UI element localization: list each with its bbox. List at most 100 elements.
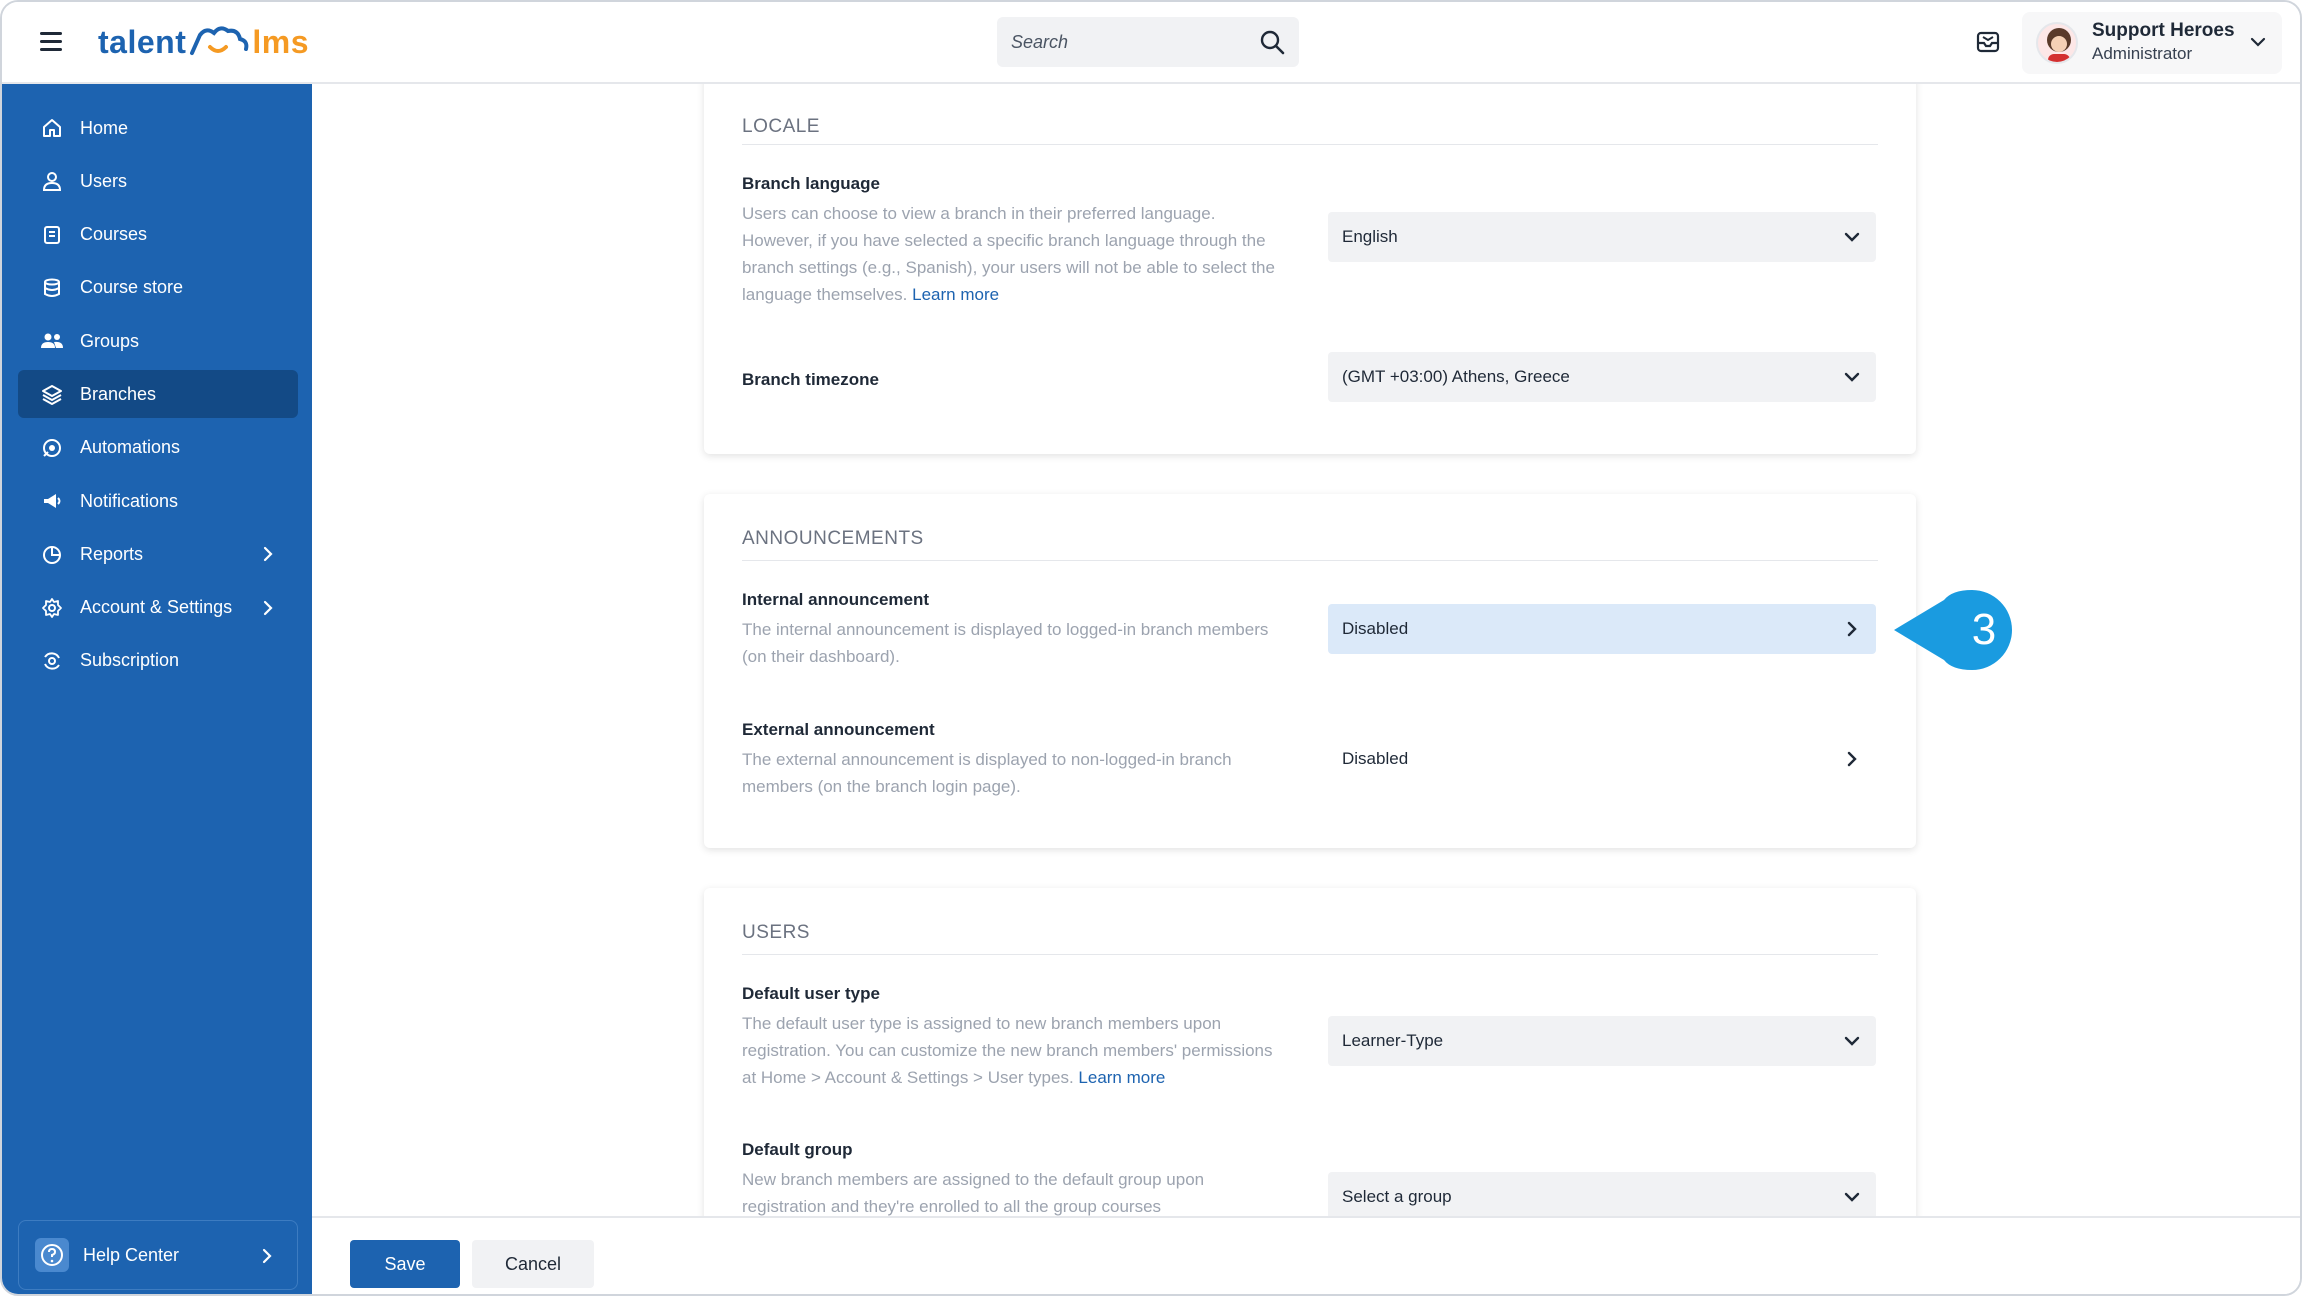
internal-announcement-description: The internal announcement is displayed t… bbox=[742, 620, 1269, 666]
chevron-down-icon bbox=[1844, 232, 1860, 242]
locale-card: LOCALE Branch language Users can choose … bbox=[704, 84, 1916, 454]
learn-more-link[interactable]: Learn more bbox=[912, 285, 999, 304]
divider bbox=[742, 144, 1878, 145]
book-icon bbox=[40, 223, 64, 247]
select-value: Learner-Type bbox=[1342, 1031, 1444, 1050]
sidebar-item-course-store[interactable]: Course store bbox=[18, 264, 298, 312]
cloud-logo-icon bbox=[190, 26, 249, 55]
description-text: The default user type is assigned to new… bbox=[742, 1014, 1273, 1087]
sidebar-item-home[interactable]: Home bbox=[18, 104, 298, 152]
select-value: Select a group bbox=[1342, 1187, 1452, 1206]
top-bar: talent lms Search Support Heroes Adminis… bbox=[2, 2, 2300, 84]
sidebar-item-label: Course store bbox=[80, 277, 184, 298]
branch-timezone-label: Branch timezone bbox=[742, 370, 879, 389]
home-icon bbox=[40, 116, 64, 140]
divider bbox=[742, 954, 1878, 955]
save-button[interactable]: Save bbox=[350, 1240, 460, 1288]
sidebar-item-label: Notifications bbox=[80, 490, 179, 511]
user-name: Support Heroes bbox=[2092, 20, 2235, 41]
chevron-right-icon bbox=[262, 1248, 272, 1264]
branch-language-select[interactable]: English bbox=[1328, 212, 1876, 262]
automations-icon bbox=[40, 436, 64, 460]
users-card: USERS Default user type The default user… bbox=[704, 888, 1916, 1216]
sidebar-item-reports[interactable]: Reports bbox=[18, 530, 298, 578]
default-group-description: New branch members are assigned to the d… bbox=[742, 1170, 1205, 1216]
sidebar: Home Users Courses Course store Groups B… bbox=[2, 84, 312, 1294]
search-icon[interactable] bbox=[1259, 29, 1285, 55]
hamburger-menu-icon[interactable] bbox=[40, 32, 62, 52]
section-title: ANNOUNCEMENTS bbox=[742, 528, 924, 549]
external-announcement-toggle[interactable]: Disabled bbox=[1328, 734, 1876, 784]
default-user-type-description: The default user type is assigned to new… bbox=[742, 1010, 1282, 1091]
user-role: Administrator bbox=[2092, 44, 2193, 63]
sidebar-item-notifications[interactable]: Notifications bbox=[18, 477, 298, 525]
learn-more-link[interactable]: Learn more bbox=[1078, 1068, 1165, 1087]
pie-chart-icon bbox=[40, 542, 64, 566]
gear-icon bbox=[40, 596, 64, 620]
sidebar-item-label: Courses bbox=[80, 224, 148, 245]
subscription-icon bbox=[40, 649, 64, 673]
chevron-right-icon[interactable] bbox=[258, 544, 278, 564]
sidebar-item-label: Groups bbox=[80, 330, 140, 351]
branch-language-description: Users can choose to view a branch in the… bbox=[742, 200, 1282, 308]
form-action-bar: Save Cancel bbox=[312, 1216, 2300, 1294]
sidebar-item-automations[interactable]: Automations bbox=[18, 424, 298, 472]
user-icon bbox=[40, 169, 64, 193]
search-input[interactable] bbox=[1011, 29, 1251, 55]
branch-timezone-select[interactable]: (GMT +03:00) Athens, Greece bbox=[1328, 352, 1876, 402]
default-user-type-select[interactable]: Learner-Type bbox=[1328, 1016, 1876, 1066]
help-center-label: Help Center bbox=[83, 1244, 180, 1265]
select-value: (GMT +03:00) Athens, Greece bbox=[1342, 367, 1570, 386]
chevron-down-icon bbox=[1844, 1036, 1860, 1046]
chevron-down-icon bbox=[1844, 1192, 1860, 1202]
section-title: USERS bbox=[742, 922, 810, 943]
sidebar-item-users[interactable]: Users bbox=[18, 157, 298, 205]
section-title: LOCALE bbox=[742, 116, 820, 137]
chevron-right-icon bbox=[1847, 751, 1857, 767]
search-box[interactable] bbox=[997, 17, 1299, 67]
sidebar-nav: Home Users Courses Course store Groups B… bbox=[18, 104, 298, 690]
internal-announcement-toggle[interactable]: Disabled bbox=[1328, 604, 1876, 654]
announcements-card: ANNOUNCEMENTS Internal announcement The … bbox=[704, 494, 1916, 848]
groups-icon bbox=[40, 329, 64, 353]
select-value: English bbox=[1342, 227, 1398, 246]
step-number: 3 bbox=[1971, 605, 1997, 654]
help-icon bbox=[35, 1238, 69, 1272]
sidebar-item-groups[interactable]: Groups bbox=[18, 317, 298, 365]
sidebar-item-label: Branches bbox=[80, 383, 157, 404]
sidebar-item-branches[interactable]: Branches bbox=[18, 370, 298, 419]
description-text: Users can choose to view a branch in the… bbox=[742, 204, 1275, 304]
external-announcement-description: The external announcement is displayed t… bbox=[742, 750, 1232, 796]
messages-icon[interactable] bbox=[1974, 28, 2002, 56]
sidebar-item-label: Reports bbox=[80, 543, 144, 564]
default-group-select[interactable]: Select a group bbox=[1328, 1172, 1876, 1216]
store-icon bbox=[40, 276, 64, 300]
divider bbox=[742, 560, 1878, 561]
sidebar-item-subscription[interactable]: Subscription bbox=[18, 637, 298, 685]
logo-text-lms: lms bbox=[252, 23, 309, 60]
help-center-button[interactable]: Help Center bbox=[18, 1220, 298, 1290]
chevron-down-icon[interactable] bbox=[2248, 32, 2268, 52]
cancel-button[interactable]: Cancel bbox=[472, 1240, 594, 1288]
default-user-type-label: Default user type bbox=[742, 984, 880, 1003]
chevron-right-icon[interactable] bbox=[258, 598, 278, 618]
sidebar-item-label: Account & Settings bbox=[80, 597, 233, 618]
sidebar-item-label: Users bbox=[80, 170, 128, 191]
sidebar-item-courses[interactable]: Courses bbox=[18, 211, 298, 259]
megaphone-icon bbox=[40, 489, 64, 513]
talentlms-logo[interactable]: talent lms bbox=[98, 20, 309, 64]
internal-announcement-label: Internal announcement bbox=[742, 590, 930, 609]
logo-text-talent: talent bbox=[98, 23, 187, 60]
avatar bbox=[2036, 22, 2078, 64]
sidebar-item-label: Automations bbox=[80, 437, 181, 458]
user-menu[interactable]: Support Heroes Administrator bbox=[2022, 12, 2282, 74]
sidebar-item-label: Subscription bbox=[80, 650, 180, 671]
branch-language-label: Branch language bbox=[742, 174, 880, 193]
sidebar-item-account-settings[interactable]: Account & Settings bbox=[18, 584, 298, 632]
branches-icon bbox=[40, 382, 64, 406]
app-window: talent lms Search Support Heroes Adminis… bbox=[0, 0, 2302, 1296]
external-announcement-label: External announcement bbox=[742, 720, 935, 739]
chevron-down-icon bbox=[1844, 372, 1860, 382]
select-value: Disabled bbox=[1342, 619, 1409, 638]
sidebar-item-label: Home bbox=[80, 117, 129, 138]
